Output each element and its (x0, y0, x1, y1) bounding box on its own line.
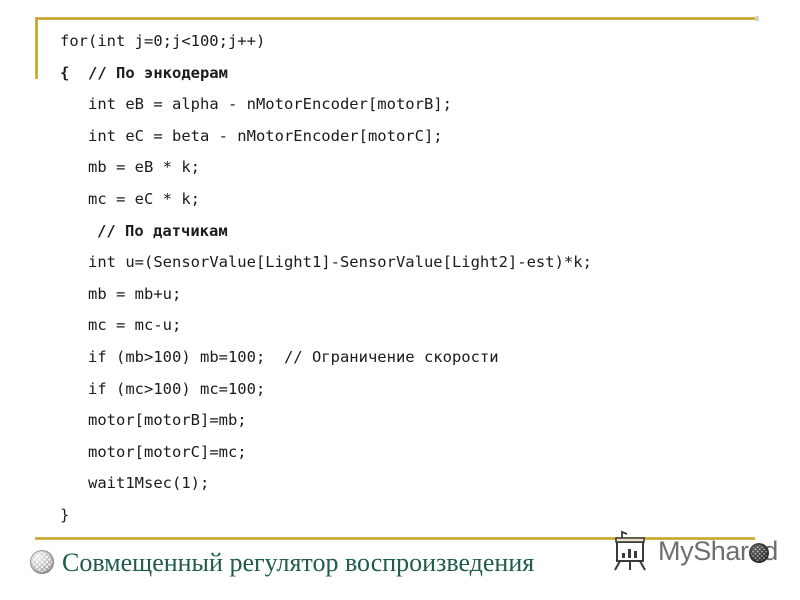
myshared-watermark: MyShared (608, 528, 798, 584)
code-line: mc = eC * k; (88, 189, 200, 208)
code-line: // По датчикам (97, 221, 228, 240)
code-line: motor[motorC]=mc; (88, 442, 247, 461)
slide-canvas: for(int j=0;j<100;j++) { // По энкодерам… (0, 0, 800, 600)
code-line: for(int j=0;j<100;j++) (60, 32, 266, 50)
code-line: mb = mb+u; (88, 284, 182, 303)
code-line: { // По энкодерам (60, 63, 228, 82)
dark-sphere-icon (749, 543, 769, 563)
code-line: wait1Msec(1); (88, 474, 210, 493)
slide-footer-title: Совмещенный регулятор воспроизведения (62, 548, 535, 577)
code-line: motor[motorB]=mb; (88, 411, 247, 430)
code-line: mb = eB * k; (88, 158, 200, 177)
code-line: mc = mc-u; (88, 316, 182, 335)
code-line: if (mc>100) mc=100; (88, 379, 266, 398)
code-line: int u=(SensorValue[Light1]-SensorValue[L… (88, 253, 592, 272)
code-line: int eC = beta - nMotorEncoder[motorC]; (88, 126, 443, 145)
sphere-bullet-icon (30, 550, 54, 574)
code-line: if (mb>100) mb=100; // Ограничение скоро… (88, 347, 499, 366)
code-line: } (60, 505, 70, 524)
code-block: for(int j=0;j<100;j++) { // По энкодерам… (0, 26, 800, 532)
code-line: int eB = alpha - nMotorEncoder[motorB]; (88, 95, 452, 114)
decorative-top-rule (35, 16, 759, 21)
flipchart-presentation-icon (608, 530, 652, 574)
